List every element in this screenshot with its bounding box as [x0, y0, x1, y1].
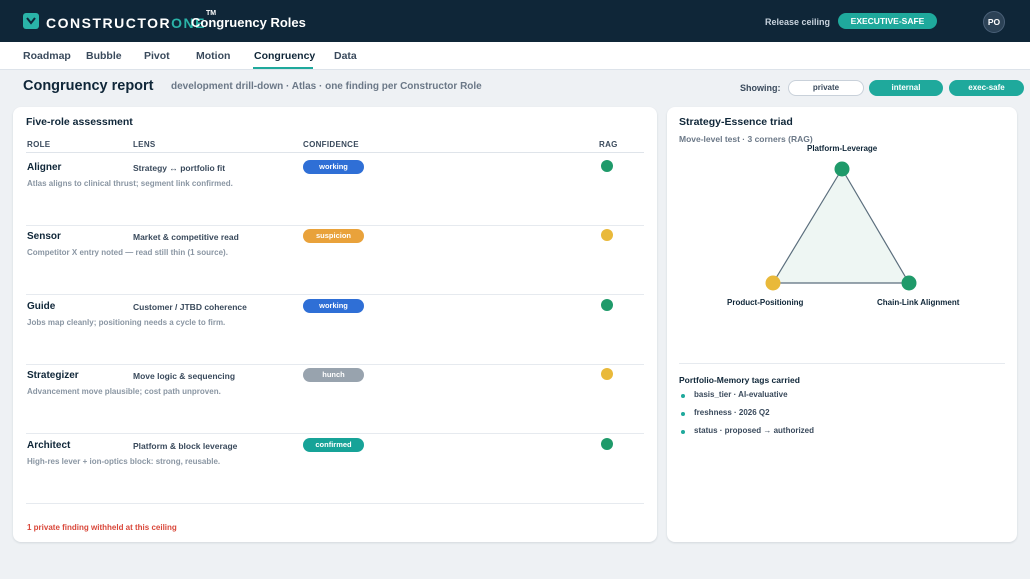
filter-private[interactable]: private [788, 80, 864, 96]
tab-bubble[interactable]: Bubble [86, 50, 122, 62]
row-divider [26, 294, 644, 295]
tab-roadmap[interactable]: Roadmap [23, 50, 71, 62]
role-lens: Customer / JTBD coherence [133, 302, 247, 312]
role-note: Atlas aligns to clinical thrust; segment… [27, 179, 233, 188]
filter-exec-safe[interactable]: exec-safe [949, 80, 1024, 96]
table-row[interactable]: Strategizer Move logic & sequencing Adva… [26, 365, 644, 434]
row-divider [26, 503, 644, 504]
memory-tag-text: status · proposed → authorized [694, 426, 815, 435]
table-row[interactable]: Sensor Market & competitive read Competi… [26, 226, 644, 295]
role-name: Strategizer [27, 370, 79, 381]
role-name: Aligner [27, 162, 62, 173]
bullet-dot-icon [681, 394, 685, 398]
column-header-lens: LENS [133, 140, 156, 149]
confidence-badge: working [303, 299, 364, 313]
confidence-badge: suspicion [303, 229, 364, 243]
tab-congruency[interactable]: Congruency [254, 50, 315, 62]
page-subtitle: development drill-down · Atlas · one fin… [171, 81, 482, 92]
column-header-rag: RAG [599, 140, 618, 149]
rag-status-dot [601, 160, 613, 172]
top-bar: CONSTRUCTORONETM Congruency Roles Releas… [0, 0, 1030, 42]
tab-data[interactable]: Data [334, 50, 357, 62]
bullet-dot-icon [681, 412, 685, 416]
table-row[interactable]: Guide Customer / JTBD coherence Jobs map… [26, 296, 644, 365]
role-name: Architect [27, 440, 71, 451]
role-lens: Market & competitive read [133, 232, 239, 242]
user-avatar[interactable]: PO [983, 11, 1005, 33]
brand-main: CONSTRUCTOR [46, 15, 172, 31]
showing-label: Showing: [740, 83, 781, 93]
confidence-badge: working [303, 160, 364, 174]
release-ceiling-label: Release ceiling [765, 17, 831, 27]
active-tab-indicator [253, 67, 313, 69]
rag-status-dot [601, 368, 613, 380]
confidence-badge: hunch [303, 368, 364, 382]
confidence-badge: confirmed [303, 438, 364, 452]
release-ceiling-badge[interactable]: EXECUTIVE-SAFE [838, 13, 937, 29]
tab-pivot[interactable]: Pivot [144, 50, 170, 62]
role-note: Competitor X entry noted — read still th… [27, 248, 228, 257]
row-divider [26, 433, 644, 434]
strategy-essence-card: Strategy-Essence triad Move-level test ·… [667, 107, 1017, 542]
role-note: Advancement move plausible; cost path un… [27, 387, 221, 396]
role-note: Jobs map cleanly; positioning needs a cy… [27, 318, 226, 327]
corner-label-product-positioning: Product-Positioning [727, 298, 804, 307]
memory-tag-text: freshness · 2026 Q2 [694, 408, 770, 417]
five-role-assessment-card: Five-role assessment ROLE LENS CONFIDENC… [13, 107, 657, 542]
assessment-title: Five-role assessment [26, 116, 133, 128]
triad-triangle [771, 167, 911, 284]
role-name: Sensor [27, 231, 61, 242]
section-divider [679, 363, 1005, 364]
corner-marker-product-positioning [765, 275, 781, 291]
corner-label-platform-leverage: Platform-Leverage [807, 144, 878, 153]
role-lens: Move logic & sequencing [133, 371, 236, 381]
tab-motion[interactable]: Motion [196, 50, 230, 62]
filter-internal[interactable]: internal [869, 80, 943, 96]
corner-marker-chain-link-alignment [901, 275, 917, 291]
table-row[interactable]: Architect Platform & block leverage High… [26, 435, 644, 504]
column-header-role: ROLE [27, 140, 51, 149]
corner-marker-platform-leverage [834, 161, 850, 177]
rag-status-dot [601, 299, 613, 311]
withheld-finding-notice: 1 private finding withheld at this ceili… [27, 523, 177, 532]
memory-tag-text: basis_tier · AI-evaluative [694, 390, 788, 399]
page-title: Congruency report [23, 78, 154, 94]
role-note: High-res lever + ion-optics block: stron… [27, 457, 221, 466]
app-title: Congruency Roles [191, 15, 306, 30]
column-header-confidence: CONFIDENCE [303, 140, 359, 149]
bullet-dot-icon [681, 430, 685, 434]
rag-status-dot [601, 229, 613, 241]
corner-label-chain-link-alignment: Chain-Link Alignment [877, 298, 960, 307]
logo-chevron-icon [23, 13, 39, 29]
rag-status-dot [601, 438, 613, 450]
memory-tags-title: Portfolio-Memory tags carried [679, 375, 800, 385]
role-lens: Strategy ↔ portfolio fit [133, 163, 226, 173]
header-divider [26, 152, 644, 153]
role-name: Guide [27, 301, 56, 312]
table-row[interactable]: Aligner Strategy ↔ portfolio fit Atlas a… [26, 157, 644, 226]
nav-tabs: Roadmap Bubble Pivot Motion Congruency D… [0, 42, 1030, 70]
role-lens: Platform & block leverage [133, 441, 238, 451]
